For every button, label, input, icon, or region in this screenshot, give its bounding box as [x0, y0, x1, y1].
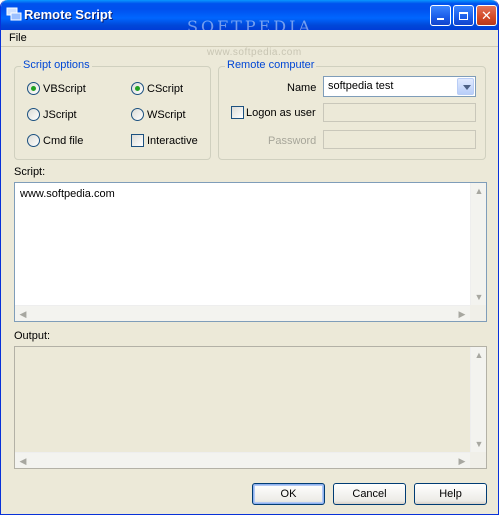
cmdfile-radio[interactable]	[27, 134, 40, 147]
maximize-button[interactable]	[453, 5, 474, 26]
vbscript-label[interactable]: VBScript	[43, 83, 86, 95]
scroll-left-icon[interactable]: ◀	[15, 453, 31, 469]
scroll-corner	[470, 305, 486, 321]
wscript-radio[interactable]	[131, 108, 144, 121]
cmdfile-label[interactable]: Cmd file	[43, 135, 83, 147]
output-horizontal-scrollbar[interactable]: ◀ ▶	[15, 452, 470, 468]
app-icon	[6, 7, 22, 21]
menu-file[interactable]: File	[9, 32, 27, 44]
cscript-label[interactable]: CScript	[147, 83, 183, 95]
remote-computer-label: Remote computer	[225, 59, 317, 71]
scroll-corner	[470, 452, 486, 468]
ok-button[interactable]: OK	[252, 483, 325, 505]
name-label: Name	[287, 82, 317, 94]
script-label: Script:	[14, 166, 46, 178]
close-button[interactable]: ✕	[476, 5, 497, 26]
softpedia-watermark-url: www.softpedia.com	[207, 47, 302, 58]
output-vertical-scrollbar[interactable]: ▲ ▼	[470, 347, 486, 452]
interactive-checkbox[interactable]	[131, 134, 144, 147]
scroll-right-icon[interactable]: ▶	[454, 453, 470, 469]
close-icon: ✕	[481, 8, 492, 23]
password-label: Password	[268, 135, 317, 147]
scroll-down-icon[interactable]: ▼	[471, 289, 487, 305]
vbscript-radio[interactable]	[27, 82, 40, 95]
jscript-radio[interactable]	[27, 108, 40, 121]
cancel-button[interactable]: Cancel	[333, 483, 406, 505]
help-button[interactable]: Help	[414, 483, 487, 505]
computer-name-combobox[interactable]: softpedia test	[323, 76, 476, 97]
remote-script-window: Remote Script ✕ SOFTPEDIA File www.softp…	[0, 0, 499, 515]
interactive-label[interactable]: Interactive	[147, 135, 198, 147]
minimize-icon	[437, 18, 444, 20]
scroll-right-icon[interactable]: ▶	[454, 306, 470, 322]
window-title: Remote Script	[24, 7, 113, 22]
output-label: Output:	[14, 330, 51, 342]
chevron-down-icon[interactable]	[457, 78, 474, 95]
computer-name-value: softpedia test	[328, 80, 394, 92]
scroll-down-icon[interactable]: ▼	[471, 436, 487, 452]
wscript-label[interactable]: WScript	[147, 109, 186, 121]
jscript-label[interactable]: JScript	[43, 109, 77, 121]
menu-bar: File	[1, 30, 498, 47]
script-textarea[interactable]: www.softpedia.com ▲ ▼ ◀ ▶	[14, 182, 487, 322]
script-options-label: Script options	[21, 59, 92, 71]
output-textarea[interactable]: ▲ ▼ ◀ ▶	[14, 346, 487, 469]
scroll-left-icon[interactable]: ◀	[15, 306, 31, 322]
cscript-radio[interactable]	[131, 82, 144, 95]
script-content: www.softpedia.com	[20, 188, 115, 200]
logon-as-user-checkbox[interactable]	[231, 106, 244, 119]
user-field[interactable]	[323, 103, 476, 122]
minimize-button[interactable]	[430, 5, 451, 26]
scroll-up-icon[interactable]: ▲	[471, 183, 487, 199]
maximize-icon	[459, 12, 468, 20]
script-horizontal-scrollbar[interactable]: ◀ ▶	[15, 305, 470, 321]
password-field[interactable]	[323, 130, 476, 149]
logon-as-user-label[interactable]: Logon as user	[246, 107, 316, 119]
scroll-up-icon[interactable]: ▲	[471, 347, 487, 363]
script-vertical-scrollbar[interactable]: ▲ ▼	[470, 183, 486, 305]
